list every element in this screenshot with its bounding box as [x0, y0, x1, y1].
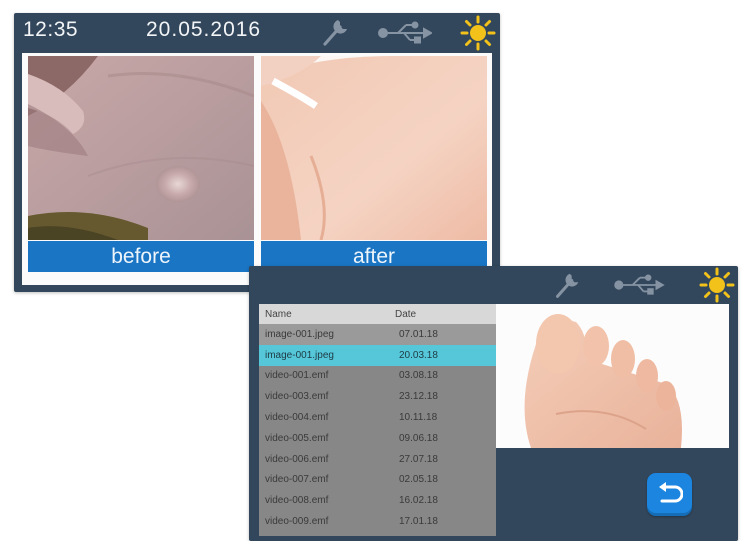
file-row[interactable]: video-003.emf 23.12.18 — [259, 386, 496, 407]
file-row[interactable]: video-008.emf 16.02.18 — [259, 490, 496, 511]
usb-icon[interactable] — [378, 21, 432, 45]
file-row[interactable]: video-005.emf 09.06.18 — [259, 428, 496, 449]
file-name: image-001.jpeg — [265, 349, 334, 361]
gallery-screen: 12:35 20.05.2016 before after — [14, 13, 500, 292]
column-header-date[interactable]: Date — [395, 309, 416, 320]
file-row[interactable]: video-001.emf 03.08.18 — [259, 366, 496, 387]
file-row[interactable]: image-001.jpeg 20.03.18 — [259, 344, 496, 366]
sun-icon[interactable] — [699, 267, 735, 303]
file-row[interactable]: video-009.emf 17.01.18 — [259, 511, 496, 532]
wrench-icon[interactable] — [549, 269, 583, 303]
file-list-header: Name Date — [259, 304, 496, 324]
file-date: 10.11.18 — [399, 412, 438, 424]
file-name: video-003.emf — [265, 391, 329, 403]
file-browser-screen: Name Date image-001.jpeg 07.01.18 image-00… — [249, 266, 738, 541]
file-date: 17.01.18 — [399, 516, 438, 528]
back-arrow-icon — [659, 482, 683, 503]
file-name: video-004.emf — [265, 412, 329, 424]
back-button[interactable] — [647, 473, 692, 516]
wrench-icon[interactable] — [316, 15, 352, 51]
file-date: 27.07.18 — [399, 453, 438, 465]
clock-time: 12:35 — [23, 18, 79, 41]
file-list[interactable]: Name Date image-001.jpeg 07.01.18 image-00… — [259, 304, 496, 536]
file-name: video-001.emf — [265, 370, 329, 382]
file-row[interactable]: video-007.emf 02.05.18 — [259, 470, 496, 491]
file-name: video-007.emf — [265, 474, 329, 486]
column-header-name[interactable]: Name — [259, 309, 395, 320]
file-date: 23.12.18 — [399, 391, 438, 403]
before-image[interactable] — [28, 56, 254, 240]
file-name: video-005.emf — [265, 432, 329, 444]
sun-icon[interactable] — [460, 15, 496, 51]
file-date: 16.02.18 — [399, 495, 438, 507]
file-name: video-006.emf — [265, 453, 329, 465]
after-image[interactable] — [261, 56, 487, 240]
file-name: video-009.emf — [265, 516, 329, 528]
file-date: 09.06.18 — [399, 432, 438, 444]
file-date: 07.01.18 — [399, 328, 438, 340]
before-label: before — [28, 241, 254, 272]
file-date: 20.03.18 — [399, 349, 438, 361]
file-name: image-001.jpeg — [265, 328, 334, 340]
file-row[interactable]: video-004.emf 10.11.18 — [259, 407, 496, 428]
file-date: 03.08.18 — [399, 370, 438, 382]
current-date: 20.05.2016 — [146, 18, 262, 41]
file-name: video-008.emf — [265, 495, 329, 507]
file-preview-image — [496, 304, 729, 448]
file-row[interactable]: image-001.jpeg 07.01.18 — [259, 324, 496, 345]
usb-icon[interactable] — [613, 274, 665, 296]
file-row[interactable]: video-006.emf 27.07.18 — [259, 449, 496, 470]
file-date: 02.05.18 — [399, 474, 438, 486]
